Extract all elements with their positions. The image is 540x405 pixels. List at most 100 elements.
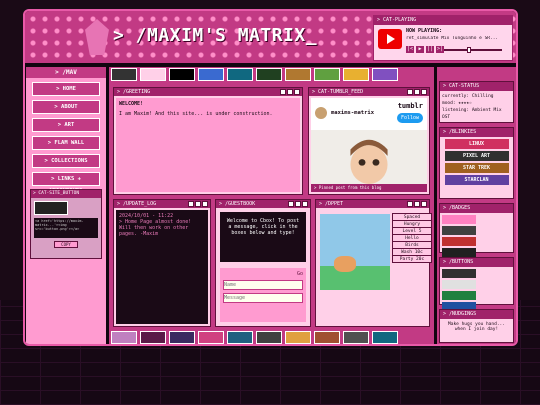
site-button[interactable] (169, 331, 195, 344)
site-frame: > /MAXIM'S MATRIX_ > CAT-PLAYING NOW PLA… (23, 9, 518, 346)
dppet-panel: > /DPPET Spaced Hungry Level 5 Hello Bir… (315, 199, 432, 327)
song-artist: Tunguinho e SR... (452, 36, 499, 41)
site-button[interactable] (227, 331, 253, 344)
slider-knob[interactable] (467, 47, 472, 53)
close-icon[interactable] (302, 201, 308, 207)
site-button[interactable] (285, 68, 311, 81)
badges-title: > /BADGES (443, 205, 471, 211)
badge[interactable] (442, 269, 476, 278)
blinkie-star-trek[interactable]: STAR TREK (444, 163, 509, 173)
site-button[interactable] (140, 331, 166, 344)
play-button[interactable]: ▶ (416, 46, 424, 53)
guestbook-title: > /GUESTBOOK (219, 201, 256, 207)
badge[interactable] (442, 226, 476, 235)
badge[interactable] (442, 248, 476, 257)
rating-label: mood: (442, 101, 456, 106)
site-button[interactable] (343, 331, 369, 344)
site-button[interactable] (372, 68, 398, 81)
status-body: currently: Chilling mood: ★★★★☆ listenin… (440, 91, 513, 123)
minimize-icon[interactable] (407, 201, 413, 207)
greeting-panel: > /GREETING WELCOME! I am Maxim! And thi… (113, 87, 303, 195)
pause-button[interactable]: || (426, 46, 434, 53)
status-mood: currently: Chilling (442, 93, 511, 100)
nav-art[interactable]: > ART (32, 118, 100, 132)
site-button[interactable] (314, 331, 340, 344)
prev-button[interactable]: |< (406, 46, 414, 53)
nav-home[interactable]: > HOME (32, 82, 100, 96)
site-button[interactable] (314, 68, 340, 81)
blinkie-linux[interactable]: LINUX (444, 139, 509, 149)
sidebar: > /MAV > HOME > ABOUT > ART > FLAM WALL … (26, 67, 106, 344)
minimize-icon[interactable] (188, 201, 194, 207)
follow-button[interactable]: Follow (397, 113, 423, 123)
now-playing-label: NOW PLAYING: (406, 28, 443, 34)
site-button-code[interactable]: <a href='https://maxim-matrix...'><img s… (34, 218, 98, 238)
close-icon[interactable] (294, 89, 300, 95)
maximize-icon[interactable] (295, 201, 301, 207)
cat-logo-icon (85, 19, 109, 55)
badge[interactable] (442, 291, 476, 300)
maximize-icon[interactable] (287, 89, 293, 95)
blinkies-titlebar: > /BLINKIES (440, 128, 513, 137)
pet-menu: Spaced Hungry Level 5 Hello Birds Wash 1… (392, 213, 432, 263)
song-title: ret_simulate Mix (406, 36, 450, 41)
badge[interactable] (442, 280, 476, 289)
nav-flam-wall[interactable]: > FLAM WALL (32, 136, 100, 150)
message-input[interactable] (223, 293, 303, 303)
blinkie-pixel-art[interactable]: PIXEL ART (444, 151, 509, 161)
tumblr-post-image[interactable] (311, 130, 427, 184)
close-icon[interactable] (421, 201, 427, 207)
site-title: > /MAXIM'S MATRIX_ (113, 25, 318, 46)
badge[interactable] (442, 215, 476, 224)
maximize-icon[interactable] (195, 201, 201, 207)
tumblr-caption: > Pinned post from this blog (311, 184, 427, 192)
site-button[interactable] (285, 331, 311, 344)
site-button[interactable] (198, 331, 224, 344)
site-button[interactable] (372, 331, 398, 344)
now-playing-song: ret_simulate Mix Tunguinho e SR... (406, 36, 510, 41)
site-button[interactable] (140, 68, 166, 81)
site-button[interactable] (227, 68, 253, 81)
blinkie-starclan[interactable]: STARCLAN (444, 175, 509, 185)
bottom-button-strip (109, 330, 434, 344)
status-titlebar: > CAT-STATUS (440, 82, 513, 91)
progress-slider[interactable] (444, 47, 502, 53)
site-button-widget: > CAT-SITE_BUTTON <a href='https://maxim… (30, 189, 102, 259)
maximize-icon[interactable] (414, 89, 420, 95)
site-button[interactable] (169, 68, 195, 81)
site-button[interactable] (343, 68, 369, 81)
site-button[interactable] (198, 68, 224, 81)
log-body: 2024/10/01 - 11:22 > Home Page almost do… (116, 210, 208, 324)
pet-scene[interactable] (320, 214, 390, 290)
badge[interactable] (442, 237, 476, 246)
minimize-icon[interactable] (280, 89, 286, 95)
pet-action[interactable]: Party 20c (392, 255, 432, 263)
tumblr-name[interactable]: maxims-matrix (331, 110, 374, 116)
nav-about[interactable]: > ABOUT (32, 100, 100, 114)
maximize-icon[interactable] (414, 201, 420, 207)
go-button[interactable]: Go (223, 271, 303, 277)
site-header: > /MAXIM'S MATRIX_ > CAT-PLAYING NOW PLA… (25, 11, 516, 63)
avatar[interactable] (315, 107, 327, 119)
nav-collections[interactable]: > COLLECTIONS (32, 154, 100, 168)
pet-sprite[interactable] (334, 256, 356, 272)
copy-button[interactable]: COPY (54, 241, 78, 248)
nav-links[interactable]: > LINKS + NEIGHBOURS (32, 172, 100, 194)
site-button[interactable] (256, 331, 282, 344)
right-column: > CAT-STATUS currently: Chilling mood: ★… (437, 67, 516, 344)
site-button[interactable] (111, 68, 137, 81)
mood-label: currently: (442, 94, 470, 99)
close-icon[interactable] (202, 201, 208, 207)
dppet-title: > /DPPET (319, 201, 344, 207)
main-content: > /GREETING WELCOME! I am Maxim! And thi… (109, 67, 434, 344)
next-button[interactable]: >| (436, 46, 444, 53)
site-button[interactable] (111, 331, 137, 344)
site-button[interactable] (256, 68, 282, 81)
greeting-title: > /GREETING (117, 89, 151, 95)
minimize-icon[interactable] (288, 201, 294, 207)
name-input[interactable] (223, 280, 303, 290)
minimize-icon[interactable] (407, 89, 413, 95)
play-icon[interactable] (378, 29, 402, 49)
close-icon[interactable] (421, 89, 427, 95)
greeting-heading: WELCOME! (119, 101, 144, 107)
